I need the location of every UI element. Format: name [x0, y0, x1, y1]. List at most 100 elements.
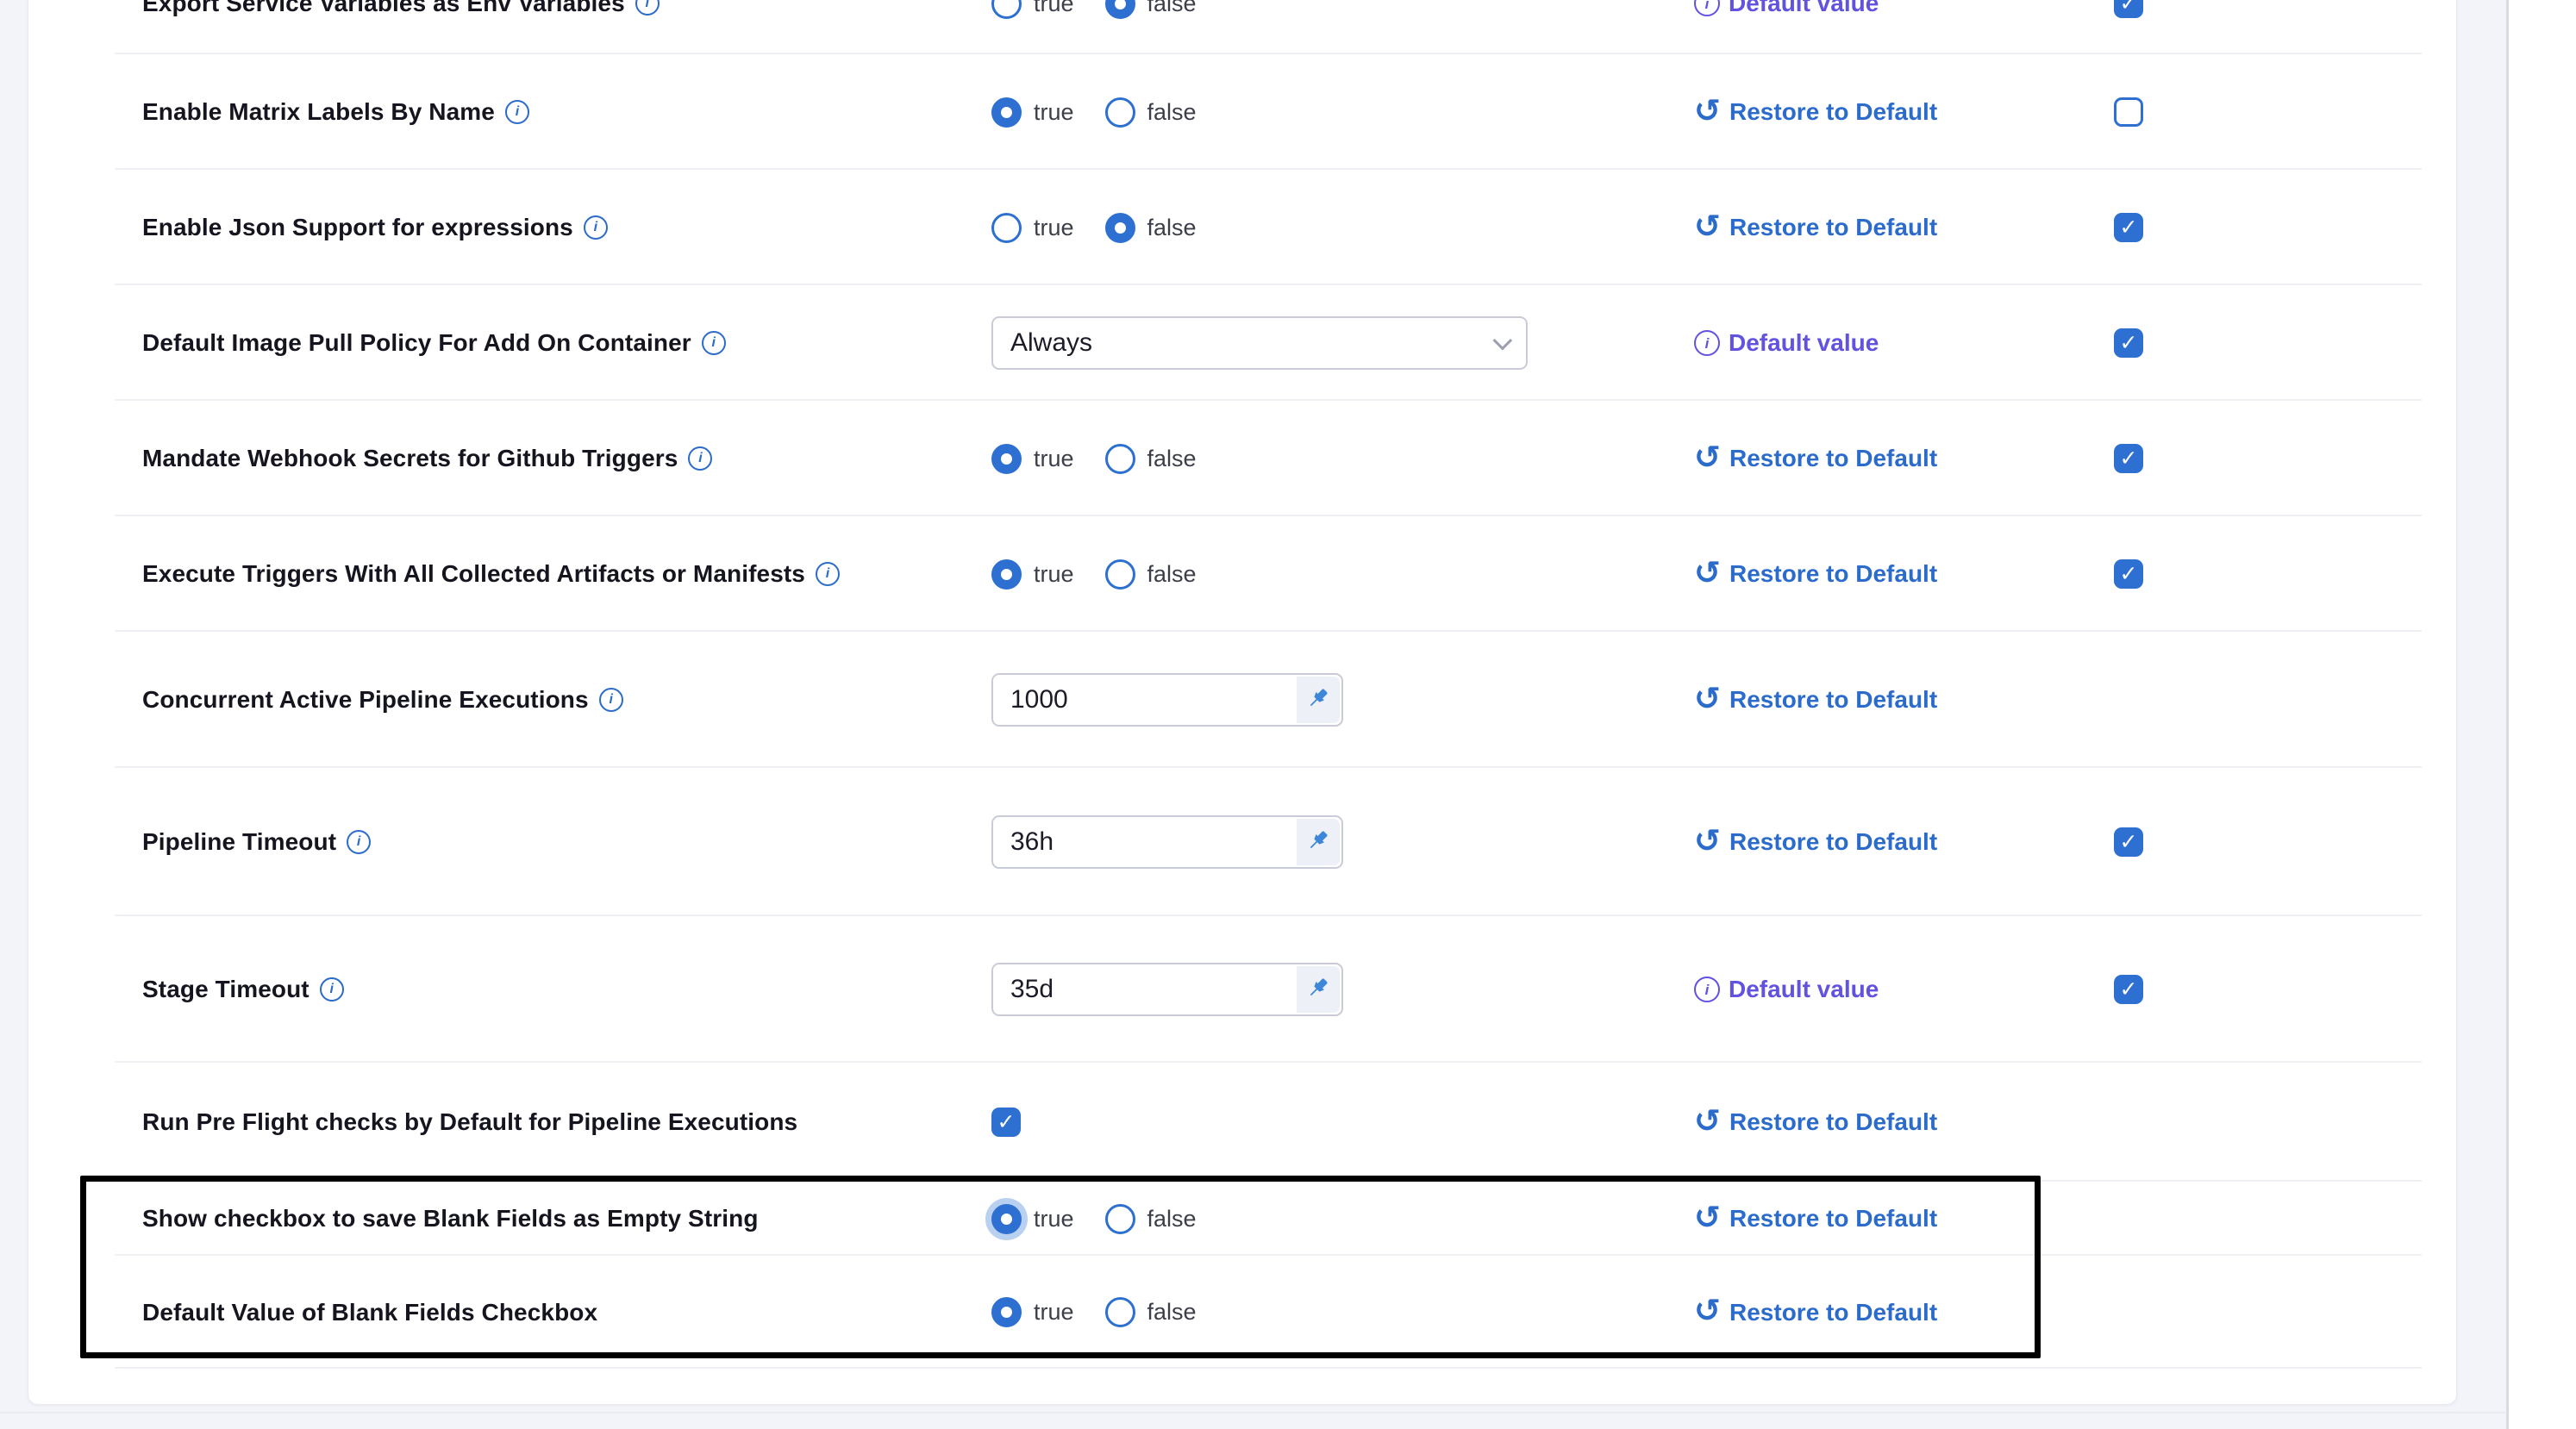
radio-true[interactable]: true [991, 213, 1074, 243]
settings-card: Export Service Variables as Env Variable… [28, 0, 2457, 1405]
radio-true-circle-icon[interactable] [991, 213, 1022, 243]
restore-to-default-link[interactable]: ↺ Restore to Default [1694, 212, 1937, 244]
radio-true-circle-icon[interactable] [991, 559, 1022, 590]
default-value-indicator[interactable]: iDefault value [1694, 329, 1879, 357]
restore-to-default-link[interactable]: ↺Restore to Default [1694, 684, 1937, 716]
restore-to-default-link[interactable]: ↺Restore to Default [1694, 97, 1937, 128]
row-apply-checkbox[interactable]: ✓ [2114, 559, 2143, 589]
radio-false[interactable]: false [1105, 1297, 1197, 1327]
row-apply-checkbox[interactable]: ✓ [2114, 444, 2143, 473]
restore-to-default-link[interactable]: ↺ Restore to Default [1694, 443, 1937, 475]
restore-to-default-label: Restore to Default [1729, 1108, 1937, 1136]
radio-false[interactable]: false [1105, 0, 1197, 19]
pin-addon-button[interactable] [1297, 677, 1340, 723]
row-apply-checkbox[interactable]: ✓ [2114, 975, 2143, 1004]
row-apply-checkbox[interactable]: ✓ [2114, 97, 2143, 127]
info-icon[interactable]: i [584, 215, 608, 240]
radio-false-circle-icon[interactable] [1105, 213, 1135, 243]
radio-false-label: false [1147, 0, 1197, 17]
setting-label: Execute Triggers With All Collected Arti… [142, 560, 805, 588]
row-apply-checkbox[interactable]: ✓ [2114, 0, 2143, 18]
radio-false-circle-icon[interactable] [1105, 0, 1135, 19]
restore-icon: ↺ [1694, 210, 1721, 242]
radio-false[interactable]: false [1105, 559, 1197, 590]
restore-icon: ↺ [1694, 441, 1721, 473]
default-value-label: Default value [1729, 976, 1879, 1003]
info-icon[interactable]: i [816, 562, 840, 586]
pin-addon-button[interactable] [1297, 819, 1340, 865]
radio-false-label: false [1147, 446, 1197, 472]
restore-to-default-label: Restore to Default [1729, 98, 1937, 126]
radio-false-circle-icon[interactable] [1105, 1204, 1135, 1234]
restore-to-default-label: Restore to Default [1729, 445, 1937, 472]
radio-true[interactable]: true [991, 1297, 1074, 1327]
default-value-indicator[interactable]: iDefault value [1694, 0, 1879, 17]
info-icon[interactable]: i [599, 688, 623, 712]
check-icon: ✓ [2120, 333, 2138, 354]
setting-row: Default Image Pull Policy For Add On Con… [28, 285, 2456, 401]
setting-row: Enable Json Support for expressionsitrue… [28, 170, 2456, 285]
radio-false[interactable]: false [1105, 213, 1197, 243]
restore-to-default-label: Restore to Default [1729, 686, 1937, 714]
row-apply-checkbox[interactable]: ✓ [2114, 827, 2143, 857]
row-apply-checkbox[interactable]: ✓ [2114, 213, 2143, 242]
info-icon[interactable]: i [320, 977, 344, 1002]
radio-true-circle-icon[interactable] [991, 1204, 1022, 1234]
radio-false[interactable]: false [1105, 444, 1197, 474]
input-value: 36h [993, 827, 1054, 857]
radio-true-circle-icon[interactable] [991, 97, 1022, 128]
setting-text-input[interactable]: 1000 [991, 673, 1343, 727]
setting-label: Stage Timeout [142, 976, 309, 1003]
image-pull-policy-select[interactable]: Always [991, 316, 1528, 370]
default-value-indicator[interactable]: iDefault value [1694, 976, 1879, 1003]
info-icon[interactable]: i [347, 830, 371, 854]
setting-text-input[interactable]: 35d [991, 963, 1343, 1016]
radio-true[interactable]: true [991, 97, 1074, 128]
restore-to-default-link[interactable]: ↺Restore to Default [1694, 1203, 1937, 1235]
radio-false-circle-icon[interactable] [1105, 97, 1135, 128]
input-value: 1000 [993, 685, 1068, 714]
restore-to-default-link[interactable]: ↺Restore to Default [1694, 827, 1937, 858]
restore-to-default-link[interactable]: ↺Restore to Default [1694, 1107, 1937, 1139]
pin-icon [1305, 685, 1331, 715]
radio-true-circle-icon[interactable] [991, 444, 1022, 474]
restore-to-default-link[interactable]: ↺Restore to Default [1694, 1296, 1937, 1328]
info-icon[interactable]: i [702, 331, 726, 355]
setting-row: Show checkbox to save Blank Fields as Em… [28, 1182, 2456, 1256]
pin-addon-button[interactable] [1297, 966, 1340, 1013]
row-apply-checkbox[interactable]: ✓ [2114, 328, 2143, 358]
restore-icon: ↺ [1694, 1295, 1721, 1326]
radio-false-label: false [1147, 1206, 1197, 1232]
settings-rows: Export Service Variables as Env Variable… [28, 0, 2456, 1369]
radio-false-circle-icon[interactable] [1105, 444, 1135, 474]
check-icon: ✓ [997, 1112, 1016, 1133]
setting-label: Run Pre Flight checks by Default for Pip… [142, 1108, 797, 1136]
radio-true[interactable]: true [991, 559, 1074, 590]
setting-row: Run Pre Flight checks by Default for Pip… [28, 1063, 2456, 1182]
setting-text-input[interactable]: 36h [991, 815, 1343, 869]
radio-true[interactable]: true [991, 444, 1074, 474]
info-icon: i [1694, 0, 1720, 16]
check-icon: ✓ [2120, 0, 2138, 15]
restore-to-default-link[interactable]: ↺Restore to Default [1694, 558, 1937, 590]
radio-false[interactable]: false [1105, 1204, 1197, 1234]
setting-row: Stage Timeout i 35d iDefault value ✓ [28, 916, 2456, 1063]
setting-checkbox[interactable]: ✓ [991, 1108, 1021, 1137]
restore-to-default-label: Restore to Default [1729, 828, 1937, 856]
info-icon[interactable]: i [635, 0, 660, 16]
radio-true[interactable]: true [991, 1204, 1074, 1234]
radio-true-circle-icon[interactable] [991, 1297, 1022, 1327]
radio-true-label: true [1034, 561, 1074, 588]
restore-icon: ↺ [1694, 557, 1721, 589]
radio-true-circle-icon[interactable] [991, 0, 1022, 19]
radio-false-circle-icon[interactable] [1105, 559, 1135, 590]
info-icon[interactable]: i [505, 100, 529, 124]
radio-true-label: true [1034, 215, 1074, 241]
radio-false-label: false [1147, 99, 1197, 126]
radio-true[interactable]: true [991, 0, 1074, 19]
restore-to-default-label: Restore to Default [1729, 214, 1937, 241]
setting-label: Enable Matrix Labels By Name [142, 98, 495, 126]
radio-false[interactable]: false [1105, 97, 1197, 128]
info-icon[interactable]: i [688, 446, 712, 471]
radio-false-circle-icon[interactable] [1105, 1297, 1135, 1327]
